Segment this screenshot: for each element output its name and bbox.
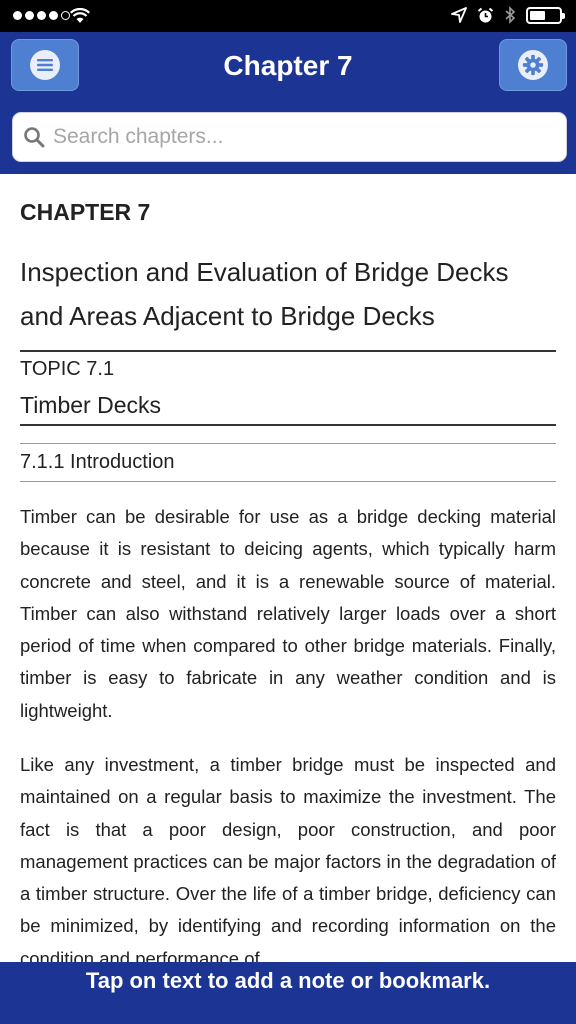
section-heading[interactable]: 7.1.1 Introduction (20, 451, 175, 474)
divider (20, 350, 556, 352)
page-title: Chapter 7 (223, 50, 353, 81)
divider (20, 481, 556, 482)
chapter-title[interactable]: Inspection and Evaluation of Bridge Deck… (20, 250, 556, 338)
chapter-content: CHAPTER 7 Inspection and Evaluation of B… (20, 174, 556, 962)
bluetooth-icon (505, 6, 516, 24)
divider (20, 424, 556, 426)
settings-button[interactable] (499, 39, 567, 91)
search-icon (24, 127, 45, 148)
app-header: Chapter 7 (0, 32, 576, 174)
search-bar[interactable] (12, 112, 567, 162)
divider (20, 443, 556, 444)
gear-icon (518, 50, 548, 80)
wifi-icon (70, 8, 90, 23)
chapter-label[interactable]: CHAPTER 7 (20, 199, 150, 226)
note-hint-bar: Tap on text to add a note or bookmark. (0, 962, 576, 1024)
alarm-clock-icon (477, 7, 494, 22)
topic-label[interactable]: TOPIC 7.1 (20, 358, 114, 381)
cellular-signal-icon (13, 11, 70, 20)
battery-icon (526, 6, 565, 24)
hamburger-menu-icon (30, 50, 60, 80)
menu-button[interactable] (11, 39, 79, 91)
topic-title[interactable]: Timber Decks (20, 392, 161, 419)
location-arrow-icon (451, 7, 467, 23)
status-bar (0, 0, 576, 32)
paragraph[interactable]: Timber can be desirable for use as a bri… (20, 501, 556, 727)
search-input[interactable] (53, 125, 543, 149)
paragraph[interactable]: Like any investment, a timber bridge mus… (20, 749, 556, 962)
